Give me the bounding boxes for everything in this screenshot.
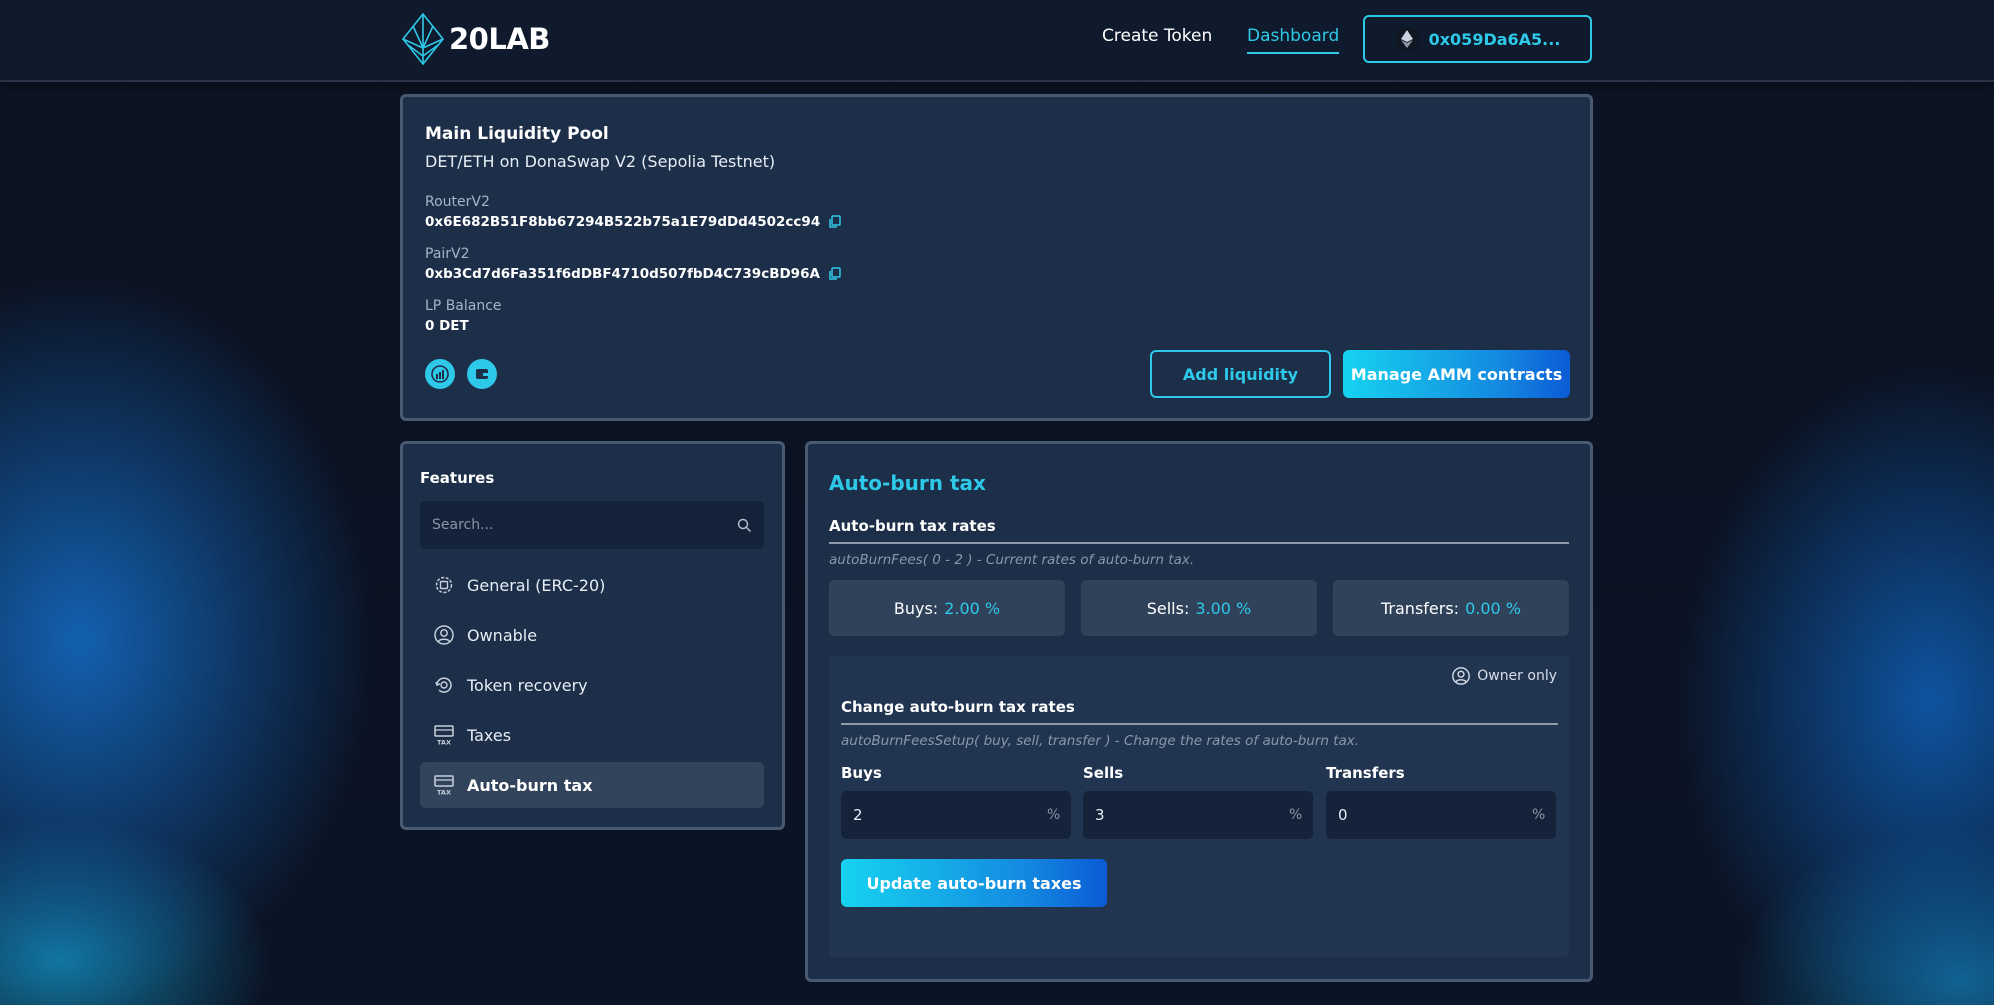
logo[interactable]: 20LAB [400,12,550,66]
rate-transfers-label: Transfers: [1381,598,1460,618]
change-section-title: Change auto-burn tax rates [841,698,1075,716]
feature-item-label: Auto-burn tax [467,775,593,795]
rates-hint: autoBurnFees( 0 - 2 ) - Current rates of… [829,552,1195,568]
change-hint: autoBurnFeesSetup( buy, sell, transfer )… [841,733,1360,749]
user-circle-icon [433,624,455,646]
sells-input-wrapper: % [1083,791,1313,839]
lp-balance-label: LP Balance [425,298,502,314]
router-address: 0x6E682B51F8bb67294B522b75a1E79dDd4502cc… [425,214,821,230]
transfers-input-label: Transfers [1326,764,1405,782]
wallet-button[interactable]: 0x059Da6A5... [1363,15,1592,63]
feature-item-auto-burn-tax[interactable]: TAX Auto-burn tax [420,762,764,808]
recovery-icon [433,674,455,696]
wallet-address: 0x059Da6A5... [1428,29,1561,49]
svg-text:TAX: TAX [437,789,451,797]
percent-suffix: % [1047,807,1061,823]
feature-item-token-recovery[interactable]: Token recovery [420,662,764,708]
copy-icon[interactable] [828,215,842,229]
chart-icon[interactable] [425,359,455,389]
auto-burn-tax-panel: Auto-burn tax Auto-burn tax rates autoBu… [805,441,1593,982]
feature-item-label: Taxes [467,725,512,745]
tax-icon: TAX [433,724,455,746]
tax-icon: TAX [433,774,455,796]
rate-transfers: Transfers: 0.00 % [1333,580,1569,636]
feature-item-general[interactable]: General (ERC-20) [420,562,764,608]
percent-suffix: % [1289,807,1303,823]
transfers-input-wrapper: % [1326,791,1556,839]
feature-item-label: Token recovery [467,675,588,695]
pool-subtitle: DET/ETH on DonaSwap V2 (Sepolia Testnet) [425,152,776,171]
sells-input[interactable] [1095,806,1289,824]
rate-sells-value: 3.00 % [1195,598,1252,618]
router-address-row: 0x6E682B51F8bb67294B522b75a1E79dDd4502cc… [425,214,842,230]
percent-suffix: % [1532,807,1546,823]
feature-search [420,501,764,549]
logo-diamond-icon [401,12,445,66]
divider [841,723,1558,725]
feature-item-label: General (ERC-20) [467,575,606,595]
change-rates-form: Owner only Change auto-burn tax rates au… [829,656,1569,957]
rate-buys-label: Buys: [893,598,939,618]
nav-dashboard[interactable]: Dashboard [1247,26,1340,54]
feature-item-taxes[interactable]: TAX Taxes [420,712,764,758]
pair-address: 0xb3Cd7d6Fa351f6dDBF4710d507fbD4C739cBD9… [425,266,820,282]
sells-input-label: Sells [1083,764,1124,782]
router-label: RouterV2 [425,194,490,210]
nav-create-token[interactable]: Create Token [1102,26,1212,46]
lp-balance-value: 0 DET [425,318,469,334]
add-liquidity-button[interactable]: Add liquidity [1150,350,1331,398]
rate-buys: Buys: 2.00 % [829,580,1065,636]
rates-section-title: Auto-burn tax rates [829,517,996,535]
search-icon[interactable] [737,518,752,533]
pair-label: PairV2 [425,246,470,262]
wallet-icon[interactable] [467,359,497,389]
buys-input-label: Buys [841,764,882,782]
rate-sells-label: Sells: [1146,598,1190,618]
rate-buys-value: 2.00 % [944,598,1001,618]
owner-only-badge: Owner only [1451,666,1557,686]
gear-chip-icon [433,574,455,596]
ethereum-icon [1394,27,1419,51]
features-sidebar: Features General (ERC-20) Ownable Token … [400,441,785,830]
pool-title: Main Liquidity Pool [425,124,609,144]
owner-only-label: Owner only [1477,668,1557,684]
svg-text:TAX: TAX [437,739,451,747]
pair-address-row: 0xb3Cd7d6Fa351f6dDBF4710d507fbD4C739cBD9… [425,266,842,282]
transfers-input[interactable] [1338,806,1532,824]
divider [829,542,1569,544]
feature-item-label: Ownable [467,625,538,645]
top-header: 20LAB Create Token Dashboard 0x059Da6A5.… [0,0,1994,82]
manage-amm-contracts-button[interactable]: Manage AMM contracts [1343,350,1570,398]
user-circle-icon [1452,667,1471,685]
panel-title: Auto-burn tax [829,471,986,495]
copy-icon[interactable] [828,267,842,281]
search-input[interactable] [432,517,737,533]
features-title: Features [420,469,495,487]
buys-input[interactable] [853,806,1047,824]
feature-item-ownable[interactable]: Ownable [420,612,764,658]
logo-text: 20LAB [449,22,550,56]
update-auto-burn-taxes-button[interactable]: Update auto-burn taxes [841,859,1107,907]
buys-input-wrapper: % [841,791,1071,839]
rate-transfers-value: 0.00 % [1465,598,1521,618]
liquidity-pool-card: Main Liquidity Pool DET/ETH on DonaSwap … [400,94,1593,421]
rate-sells: Sells: 3.00 % [1081,580,1317,636]
